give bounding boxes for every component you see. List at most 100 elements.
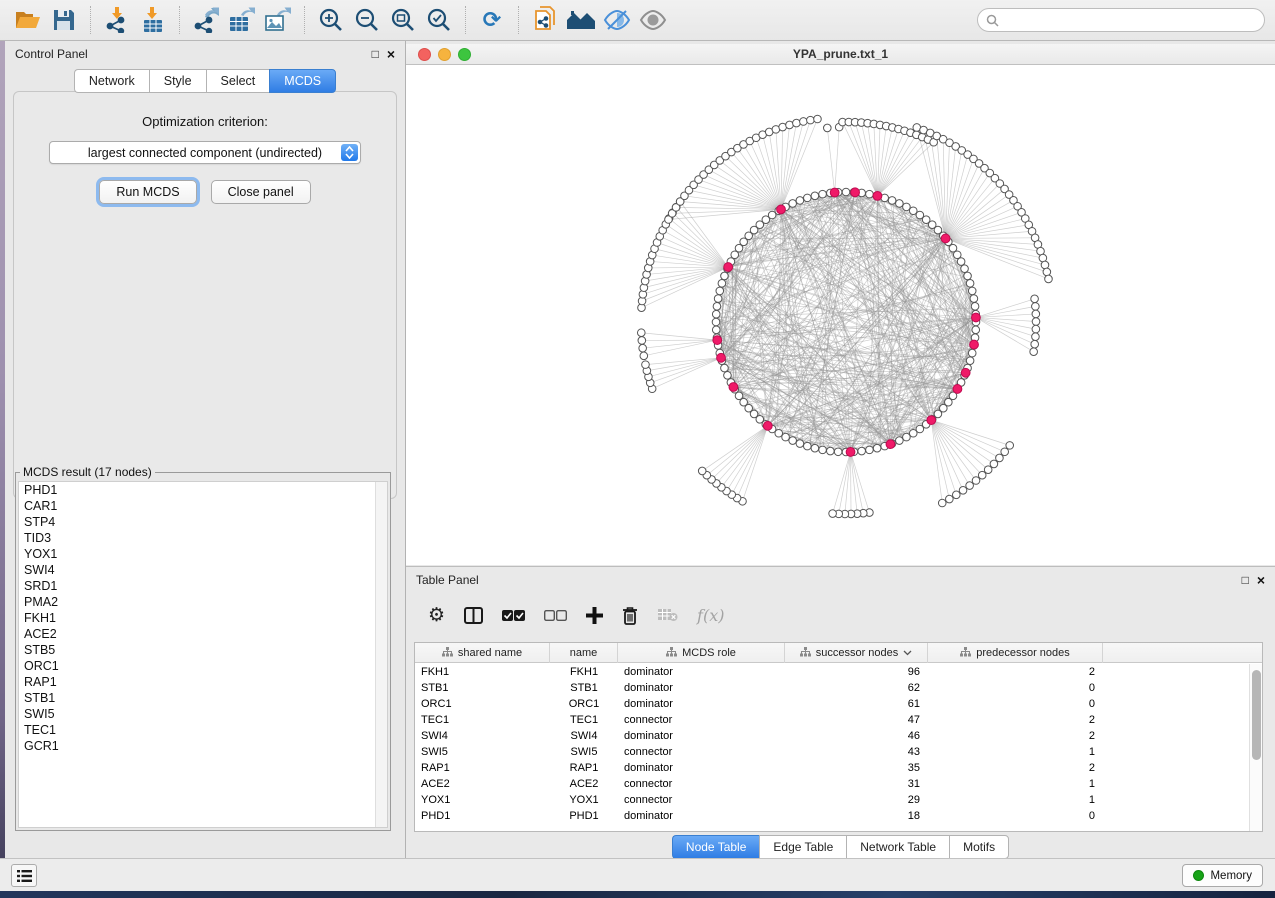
mcds-result-list[interactable]: PHD1CAR1STP4TID3YOX1SWI4SRD1PMA2FKH1ACE2… (18, 481, 388, 828)
network-window-titlebar[interactable]: YPA_prune.txt_1 (406, 44, 1275, 65)
cell-role: dominator (618, 696, 785, 712)
table-scrollbar[interactable] (1249, 664, 1262, 831)
mcds-result-node[interactable]: ORC1 (19, 658, 387, 674)
tab-select[interactable]: Select (206, 69, 270, 93)
save-session-icon[interactable] (47, 4, 81, 36)
memory-button[interactable]: Memory (1182, 864, 1263, 887)
float-panel-icon[interactable]: □ (1242, 574, 1249, 586)
column-tree-icon (442, 647, 453, 660)
column-tree-icon (960, 647, 971, 660)
mcds-result-node[interactable]: TID3 (19, 530, 387, 546)
open-file-icon[interactable] (11, 4, 45, 36)
table-row[interactable]: ACE2ACE2connector311 (415, 776, 1262, 792)
mcds-result-node[interactable]: YOX1 (19, 546, 387, 562)
task-history-button[interactable] (11, 864, 37, 887)
table-row[interactable]: TEC1TEC1connector472 (415, 712, 1262, 728)
node-table: shared namenameMCDS rolesuccessor nodesp… (414, 642, 1263, 832)
mcds-result-box: MCDS result (17 nodes) PHD1CAR1STP4TID3Y… (15, 465, 391, 831)
search-box[interactable] (977, 8, 1265, 32)
optimization-criterion-label: Optimization criterion: (14, 114, 396, 129)
add-column-icon[interactable] (586, 607, 603, 624)
cell-pred: 1 (928, 792, 1103, 808)
table-row[interactable]: YOX1YOX1connector291 (415, 792, 1262, 808)
tab-network[interactable]: Network (74, 69, 149, 93)
function-builder-icon[interactable]: f(x) (697, 606, 724, 625)
mcds-result-node[interactable]: SWI4 (19, 562, 387, 578)
cell-pred: 0 (928, 808, 1103, 824)
mcds-result-node[interactable]: SWI5 (19, 706, 387, 722)
select-all-rows-icon[interactable] (502, 609, 525, 622)
table-row[interactable]: ORC1ORC1dominator610 (415, 696, 1262, 712)
mcds-result-node[interactable]: STB5 (19, 642, 387, 658)
tab-mcds[interactable]: MCDS (269, 69, 336, 93)
hide-selected-icon[interactable] (600, 4, 634, 36)
delete-column-icon[interactable] (622, 606, 638, 625)
refresh-view-icon[interactable]: ⟳ (475, 4, 509, 36)
mcds-result-node[interactable]: FKH1 (19, 610, 387, 626)
tab-node-table[interactable]: Node Table (672, 835, 760, 859)
column-header-shared-name[interactable]: shared name (415, 643, 550, 663)
cell-role: connector (618, 776, 785, 792)
cell-pred: 1 (928, 744, 1103, 760)
import-table-icon[interactable] (136, 4, 170, 36)
tab-motifs[interactable]: Motifs (949, 835, 1009, 859)
show-all-nodes-icon[interactable] (564, 4, 598, 36)
mcds-result-node[interactable]: PMA2 (19, 594, 387, 610)
network-canvas[interactable] (406, 65, 1275, 565)
mcds-result-node[interactable]: GCR1 (19, 738, 387, 754)
mcds-result-node[interactable]: TEC1 (19, 722, 387, 738)
mcds-result-node[interactable]: PHD1 (19, 482, 387, 498)
column-selector-icon[interactable] (464, 607, 483, 624)
table-row[interactable]: SWI5SWI5connector431 (415, 744, 1262, 760)
tab-style[interactable]: Style (149, 69, 206, 93)
import-network-icon[interactable] (100, 4, 134, 36)
node-table-header: shared namenameMCDS rolesuccessor nodesp… (415, 643, 1262, 663)
export-network-icon[interactable] (189, 4, 223, 36)
main-toolbar: ⟳ (0, 0, 1275, 41)
float-panel-icon[interactable]: □ (372, 48, 379, 60)
table-row[interactable]: FKH1FKH1dominator962 (415, 664, 1262, 680)
close-panel-icon[interactable]: × (1257, 573, 1265, 587)
show-hidden-icon[interactable] (636, 4, 670, 36)
column-header-MCDS-role[interactable]: MCDS role (618, 643, 785, 663)
search-input[interactable] (1005, 13, 1256, 27)
tab-network-table[interactable]: Network Table (846, 835, 949, 859)
mcds-result-node[interactable]: SRD1 (19, 578, 387, 594)
export-table-icon[interactable] (225, 4, 259, 36)
table-panel-header: Table Panel □ × (406, 567, 1275, 593)
mcds-result-node[interactable]: RAP1 (19, 674, 387, 690)
list-icon (17, 870, 32, 882)
zoom-selected-icon[interactable] (422, 4, 456, 36)
mcds-result-node[interactable]: STB1 (19, 690, 387, 706)
table-row[interactable]: SWI4SWI4dominator462 (415, 728, 1262, 744)
column-header-successor-nodes[interactable]: successor nodes (785, 643, 928, 663)
memory-status-dot (1193, 870, 1204, 881)
optimization-criterion-select[interactable]: largest connected component (undirected) (49, 141, 361, 164)
run-mcds-button[interactable]: Run MCDS (99, 180, 196, 204)
cell-shared_name: STB1 (415, 680, 550, 696)
table-options-gear-icon[interactable]: ⚙ (428, 606, 445, 625)
mcds-result-node[interactable]: CAR1 (19, 498, 387, 514)
deselect-all-rows-icon[interactable] (544, 609, 567, 622)
zoom-out-icon[interactable] (350, 4, 384, 36)
mcds-result-node[interactable]: STP4 (19, 514, 387, 530)
delete-table-icon[interactable] (657, 608, 678, 622)
export-image-icon[interactable] (261, 4, 295, 36)
table-scrollbar-thumb[interactable] (1252, 670, 1261, 760)
tab-edge-table[interactable]: Edge Table (759, 835, 846, 859)
column-header-predecessor-nodes[interactable]: predecessor nodes (928, 643, 1103, 663)
cell-shared_name: YOX1 (415, 792, 550, 808)
table-row[interactable]: PHD1PHD1dominator180 (415, 808, 1262, 824)
control-panel: Control Panel □ × NetworkStyleSelectMCDS… (5, 41, 406, 858)
cell-shared_name: SWI4 (415, 728, 550, 744)
zoom-fit-icon[interactable] (386, 4, 420, 36)
zoom-in-icon[interactable] (314, 4, 348, 36)
clone-network-icon[interactable] (528, 4, 562, 36)
mcds-list-scrollbar[interactable] (375, 482, 387, 827)
column-header-name[interactable]: name (550, 643, 618, 663)
table-row[interactable]: STB1STB1dominator620 (415, 680, 1262, 696)
close-panel-icon[interactable]: × (387, 47, 395, 61)
mcds-result-node[interactable]: ACE2 (19, 626, 387, 642)
close-panel-button[interactable]: Close panel (211, 180, 311, 204)
table-row[interactable]: RAP1RAP1dominator352 (415, 760, 1262, 776)
